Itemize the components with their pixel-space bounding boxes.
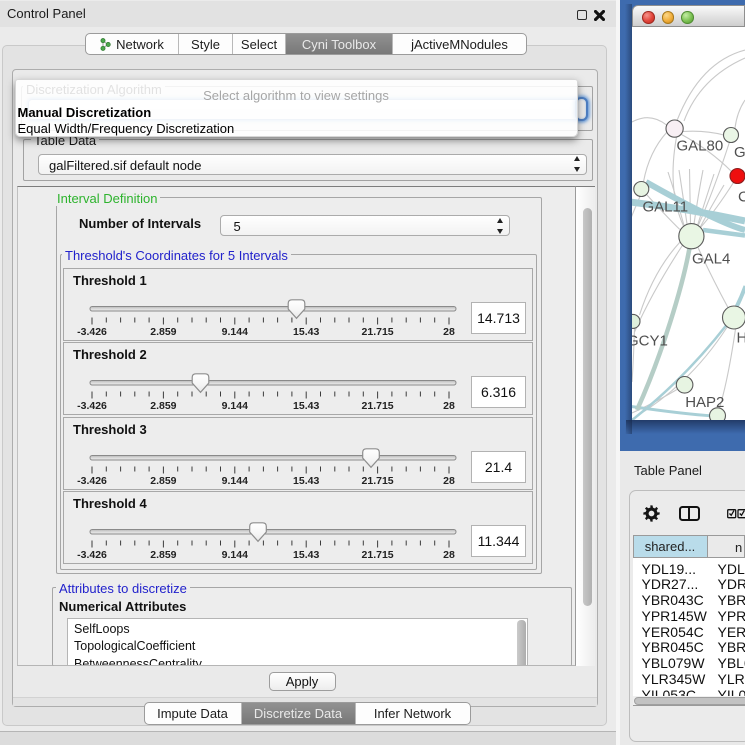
svg-text:2.859: 2.859 [150, 549, 176, 561]
svg-text:21.715: 21.715 [362, 475, 394, 487]
svg-text:HAP2: HAP2 [685, 394, 724, 411]
svg-text:GAL80: GAL80 [677, 138, 724, 155]
svg-text:15.43: 15.43 [293, 475, 319, 487]
svg-text:15.43: 15.43 [293, 326, 319, 338]
svg-text:-3.426: -3.426 [77, 326, 107, 338]
svg-text:28: 28 [443, 549, 455, 561]
svg-text:-3.426: -3.426 [77, 400, 107, 412]
svg-text:-3.426: -3.426 [77, 475, 107, 487]
svg-text:GCY1: GCY1 [632, 333, 668, 350]
svg-text:28: 28 [443, 400, 455, 412]
svg-text:2.859: 2.859 [150, 326, 176, 338]
svg-text:H: H [737, 330, 745, 347]
svg-text:15.43: 15.43 [293, 549, 319, 561]
svg-text:28: 28 [443, 326, 455, 338]
svg-text:28: 28 [443, 475, 455, 487]
svg-text:21.715: 21.715 [362, 549, 394, 561]
svg-text:9.144: 9.144 [222, 475, 248, 487]
svg-text:9.144: 9.144 [222, 400, 248, 412]
svg-text:C: C [738, 189, 745, 206]
svg-text:2.859: 2.859 [150, 400, 176, 412]
svg-text:9.144: 9.144 [222, 549, 248, 561]
svg-text:21.715: 21.715 [362, 326, 394, 338]
svg-text:2.859: 2.859 [150, 475, 176, 487]
svg-text:GAL11: GAL11 [643, 199, 689, 216]
svg-text:15.43: 15.43 [293, 400, 319, 412]
svg-text:GA: GA [734, 144, 745, 161]
svg-text:9.144: 9.144 [222, 326, 248, 338]
svg-text:21.715: 21.715 [362, 400, 394, 412]
svg-text:GAL4: GAL4 [692, 251, 730, 268]
svg-text:-3.426: -3.426 [77, 549, 107, 561]
